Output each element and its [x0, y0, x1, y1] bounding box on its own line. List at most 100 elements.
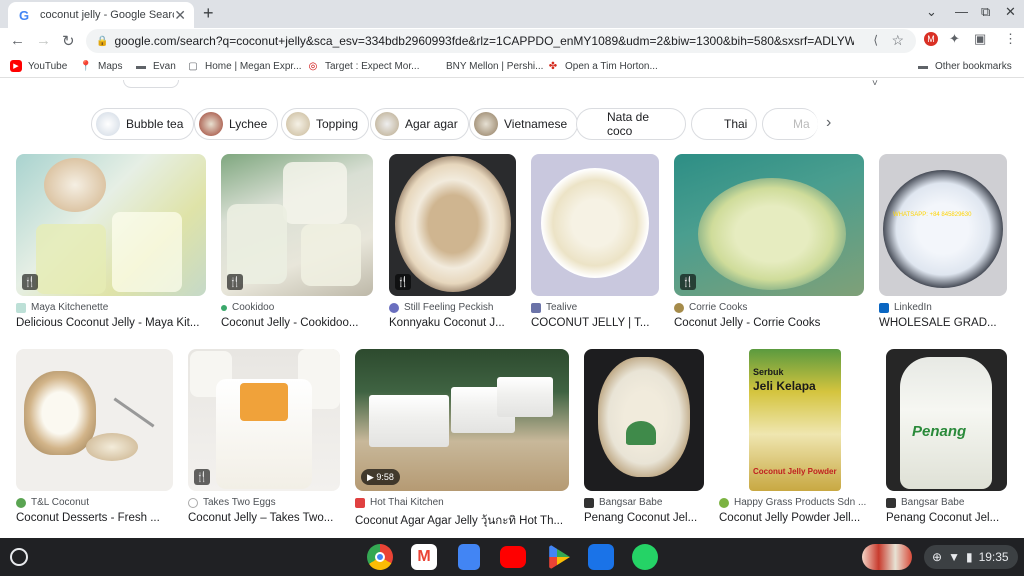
image-result[interactable]: Tealive COCONUT JELLY | T...: [531, 154, 659, 334]
bookmark-megan[interactable]: ▢ Home | Megan Expr...: [187, 60, 301, 72]
related-search-chips: Bubble tea Lychee Topping Agar agar Viet…: [0, 104, 1024, 142]
packet-name: Jeli Kelapa: [753, 379, 816, 393]
reload-icon[interactable]: ↻: [62, 32, 75, 50]
result-caption[interactable]: Coconut Jelly - Corrie Cooks: [674, 317, 864, 329]
result-caption[interactable]: Konnyaku Coconut J...: [389, 317, 516, 329]
gmail-icon[interactable]: M: [411, 544, 437, 570]
whatsapp-icon[interactable]: [632, 544, 658, 570]
bookmark-tim-hortons[interactable]: ✤ Open a Tim Horton...: [547, 60, 658, 72]
browser-tab[interactable]: G coconut jelly - Google Search ✕: [8, 2, 194, 28]
bookmark-other[interactable]: ▬ Other bookmarks: [917, 60, 1012, 72]
result-caption[interactable]: WHOLESALE GRAD...: [879, 317, 1007, 329]
chrome-icon[interactable]: [367, 544, 393, 570]
bookmark-star-icon[interactable]: ☆: [891, 32, 904, 49]
play-store-icon[interactable]: [549, 544, 570, 570]
recipe-icon: 🍴: [680, 274, 696, 290]
result-thumbnail[interactable]: Penang: [886, 349, 1007, 491]
result-caption[interactable]: Delicious Coconut Jelly - Maya Kit...: [16, 317, 206, 329]
image-result[interactable]: 🍴 Corrie Cooks Coconut Jelly - Corrie Co…: [674, 154, 864, 334]
extension-m-icon[interactable]: M: [924, 32, 938, 46]
watermark-text: WHATSAPP: +84 845829630: [893, 212, 972, 218]
site-favicon-icon: [674, 302, 684, 313]
result-source: T&L Coconut: [16, 497, 173, 508]
site-info-icon[interactable]: 🔒: [96, 36, 108, 47]
url-text: google.com/search?q=coconut+jelly&sca_es…: [114, 34, 855, 48]
back-icon[interactable]: ←: [10, 32, 25, 49]
chip-more[interactable]: Ma: [762, 108, 818, 140]
image-result[interactable]: 🍴 Still Feeling Peckish Konnyaku Coconut…: [389, 154, 516, 334]
result-caption[interactable]: Coconut Desserts - Fresh ...: [16, 512, 173, 524]
result-thumbnail[interactable]: 🍴: [221, 154, 373, 296]
result-caption[interactable]: Coconut Jelly - Cookidoo...: [221, 317, 373, 329]
result-caption[interactable]: Penang Coconut Jel...: [886, 512, 1007, 524]
bookmark-evan[interactable]: ▬ Evan: [135, 60, 176, 72]
bookmark-target[interactable]: ◎ Target : Expect Mor...: [307, 60, 420, 72]
image-result[interactable]: 🍴 Cookidoo Coconut Jelly - Cookidoo...: [221, 154, 373, 334]
tab-strip: G coconut jelly - Google Search ✕ + ⌄ — …: [0, 0, 1024, 28]
chevron-right-icon[interactable]: ›: [826, 114, 831, 132]
tab-search-icon[interactable]: ⌄: [926, 4, 937, 20]
folder-icon: ▬: [136, 60, 146, 72]
files-icon[interactable]: [588, 544, 614, 570]
result-caption[interactable]: Coconut Agar Agar Jelly วุ้นกะทิ Hot Th.…: [355, 512, 569, 530]
recipe-icon: 🍴: [395, 274, 411, 290]
docs-icon[interactable]: [458, 544, 480, 570]
minimize-icon[interactable]: —: [955, 4, 968, 19]
bookmark-bny[interactable]: BNY Mellon | Pershi...: [428, 60, 543, 72]
chip-thumb: [474, 112, 498, 136]
bookmark-maps[interactable]: 📍 Maps: [79, 60, 123, 72]
site-favicon-icon: [16, 497, 26, 508]
chip-agar-agar[interactable]: Agar agar: [370, 108, 469, 140]
address-bar[interactable]: 🔒 google.com/search?q=coconut+jelly&sca_…: [86, 29, 916, 53]
image-result[interactable]: Penang Bangsar Babe Penang Coconut Jel..…: [886, 349, 1007, 529]
tab-title: coconut jelly - Google Search: [40, 9, 175, 21]
menu-kebab-icon[interactable]: ⋮: [1004, 31, 1017, 47]
new-tab-icon[interactable]: +: [203, 3, 214, 24]
close-tab-icon[interactable]: ✕: [174, 7, 186, 24]
chip-thai[interactable]: Thai: [691, 108, 757, 140]
chip-topping[interactable]: Topping: [281, 108, 370, 140]
result-thumbnail[interactable]: 🍴: [674, 154, 864, 296]
chip-lychee[interactable]: Lychee: [194, 108, 279, 140]
site-favicon-icon: [221, 304, 227, 311]
chip-bubble-tea[interactable]: Bubble tea: [91, 108, 195, 140]
result-thumbnail[interactable]: [584, 349, 704, 491]
chip-vietnamese[interactable]: Vietnamese: [469, 108, 579, 140]
result-thumbnail[interactable]: WHATSAPP: +84 845829630: [879, 154, 1007, 296]
side-panel-icon[interactable]: ▣: [974, 31, 986, 47]
bookmark-youtube[interactable]: ▶ YouTube: [10, 60, 67, 72]
forward-icon[interactable]: →: [36, 32, 51, 49]
launcher-icon[interactable]: [10, 548, 28, 566]
result-thumbnail[interactable]: 🍴: [188, 349, 340, 491]
holding-space-thumbnail[interactable]: [862, 544, 912, 570]
result-caption[interactable]: Coconut Jelly Powder Jell...: [719, 512, 871, 524]
chip-thumb: [375, 112, 399, 136]
image-result[interactable]: 🍴 Takes Two Eggs Coconut Jelly – Takes T…: [188, 349, 340, 529]
image-result[interactable]: 🍴 Maya Kitchenette Delicious Coconut Jel…: [16, 154, 206, 334]
extensions-puzzle-icon[interactable]: ✦: [949, 31, 960, 47]
add-circle-icon: ⊕: [932, 550, 943, 564]
result-caption[interactable]: Penang Coconut Jel...: [584, 512, 704, 524]
close-window-icon[interactable]: ✕: [1005, 4, 1016, 20]
result-caption[interactable]: COCONUT JELLY | T...: [531, 317, 659, 329]
result-thumbnail[interactable]: 🍴: [16, 154, 206, 296]
restore-icon[interactable]: ⧉: [981, 4, 990, 20]
result-thumbnail[interactable]: [531, 154, 659, 296]
image-result[interactable]: T&L Coconut Coconut Desserts - Fresh ...: [16, 349, 173, 529]
chip-thumb: [96, 112, 120, 136]
result-thumbnail[interactable]: ▶ 9:58: [355, 349, 569, 491]
result-thumbnail[interactable]: Serbuk Jeli Kelapa Coconut Jelly Powder: [719, 349, 871, 491]
image-result[interactable]: WHATSAPP: +84 845829630 LinkedIn WHOLESA…: [879, 154, 1007, 334]
target-icon: ◎: [308, 60, 318, 72]
result-thumbnail[interactable]: [16, 349, 173, 491]
image-result[interactable]: Bangsar Babe Penang Coconut Jel...: [584, 349, 704, 529]
status-tray[interactable]: ⊕ ▼ ▮ 19:35: [924, 545, 1018, 569]
image-result[interactable]: ▶ 9:58 Hot Thai Kitchen Coconut Agar Aga…: [355, 349, 569, 529]
share-icon[interactable]: ⟨: [873, 33, 878, 47]
image-result[interactable]: Serbuk Jeli Kelapa Coconut Jelly Powder …: [719, 349, 871, 529]
youtube-app-icon[interactable]: [500, 546, 526, 568]
result-caption[interactable]: Coconut Jelly – Takes Two...: [188, 512, 340, 524]
result-thumbnail[interactable]: 🍴: [389, 154, 516, 296]
maps-pin-icon: 📍: [79, 60, 93, 72]
chip-nata-de-coco[interactable]: Nata de coco: [576, 108, 686, 140]
